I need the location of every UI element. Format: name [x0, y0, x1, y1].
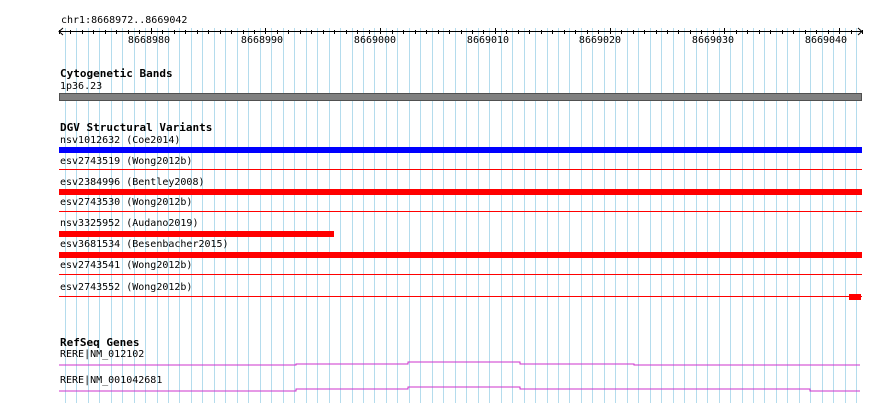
- refseq-gene-lines: [59, 361, 860, 392]
- refseq-gene-line: [59, 361, 860, 366]
- refseq-gene-line: [59, 386, 860, 392]
- genome-browser-view: chr1:8668972..8669042 8668980 8668990 86…: [0, 0, 890, 403]
- refseq-gene-label: RERE|NM_001042681: [60, 375, 163, 386]
